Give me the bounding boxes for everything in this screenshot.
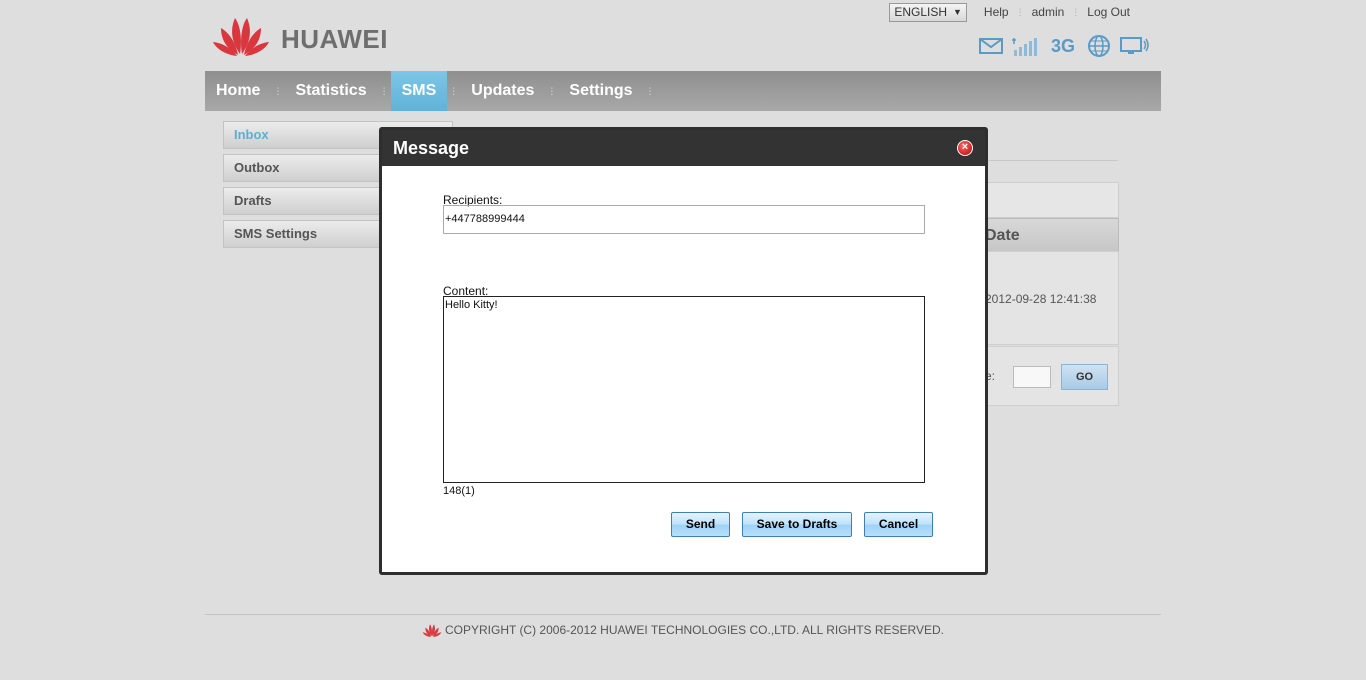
- table-header: Date: [985, 218, 1119, 253]
- 3g-indicator: 3G: [1050, 35, 1075, 56]
- copyright-text: COPYRIGHT (C) 2006-2012 HUAWEI TECHNOLOG…: [444, 623, 945, 637]
- message-date: 2012-09-28 12:41:38: [985, 292, 1097, 306]
- user-link[interactable]: admin: [1032, 5, 1065, 19]
- nav-home[interactable]: Home: [205, 71, 271, 111]
- page-number-input[interactable]: [1013, 366, 1051, 388]
- send-button[interactable]: Send: [671, 512, 730, 537]
- huawei-small-logo-icon: [422, 624, 442, 637]
- cancel-button[interactable]: Cancel: [864, 512, 933, 537]
- huawei-petals-icon: [213, 18, 269, 56]
- language-select[interactable]: ENGLISH ▼: [889, 2, 967, 22]
- footer-divider: [205, 614, 1161, 615]
- nav-updates[interactable]: Updates: [460, 71, 545, 111]
- date-column-header: Date: [985, 227, 1020, 244]
- message-dialog: Message × Recipients: +447788999444 Cont…: [379, 127, 988, 575]
- language-value: ENGLISH: [894, 4, 947, 19]
- content-textarea[interactable]: Hello Kitty!: [443, 296, 925, 483]
- signal-icon: [1009, 34, 1045, 58]
- pager: e: GO: [985, 346, 1119, 406]
- help-link[interactable]: Help: [984, 5, 1009, 19]
- nav-statistics[interactable]: Statistics: [284, 71, 377, 111]
- main-nav: Home ⋮ Statistics ⋮ SMS ⋮ Updates ⋮ Sett…: [205, 71, 1161, 111]
- recipients-input[interactable]: +447788999444: [443, 205, 925, 234]
- device-monitor-icon: [1117, 34, 1153, 58]
- chevron-down-icon: ▼: [953, 6, 962, 17]
- go-button[interactable]: GO: [1061, 364, 1108, 390]
- divider: [985, 160, 1118, 161]
- internet-globe-icon: [1081, 34, 1117, 58]
- footer: COPYRIGHT (C) 2006-2012 HUAWEI TECHNOLOG…: [205, 622, 1161, 638]
- character-counter: 148(1): [443, 485, 475, 497]
- save-to-drafts-button[interactable]: Save to Drafts: [742, 512, 852, 537]
- mail-icon[interactable]: [973, 34, 1009, 58]
- huawei-logo: HUAWEI: [211, 12, 391, 58]
- nav-sms[interactable]: SMS: [390, 71, 448, 111]
- dialog-title: Message: [382, 130, 985, 166]
- top-links: ENGLISH ▼ Help ⋮ admin ⋮ Log Out: [889, 2, 1137, 22]
- close-icon[interactable]: ×: [957, 140, 973, 156]
- nav-settings[interactable]: Settings: [558, 71, 643, 111]
- logout-link[interactable]: Log Out: [1087, 5, 1130, 19]
- toolbar-panel: [985, 182, 1119, 218]
- table-row[interactable]: 2012-09-28 12:41:38: [985, 251, 1119, 345]
- brand-name: HUAWEI: [281, 24, 388, 54]
- status-icons: 3G: [973, 34, 1153, 58]
